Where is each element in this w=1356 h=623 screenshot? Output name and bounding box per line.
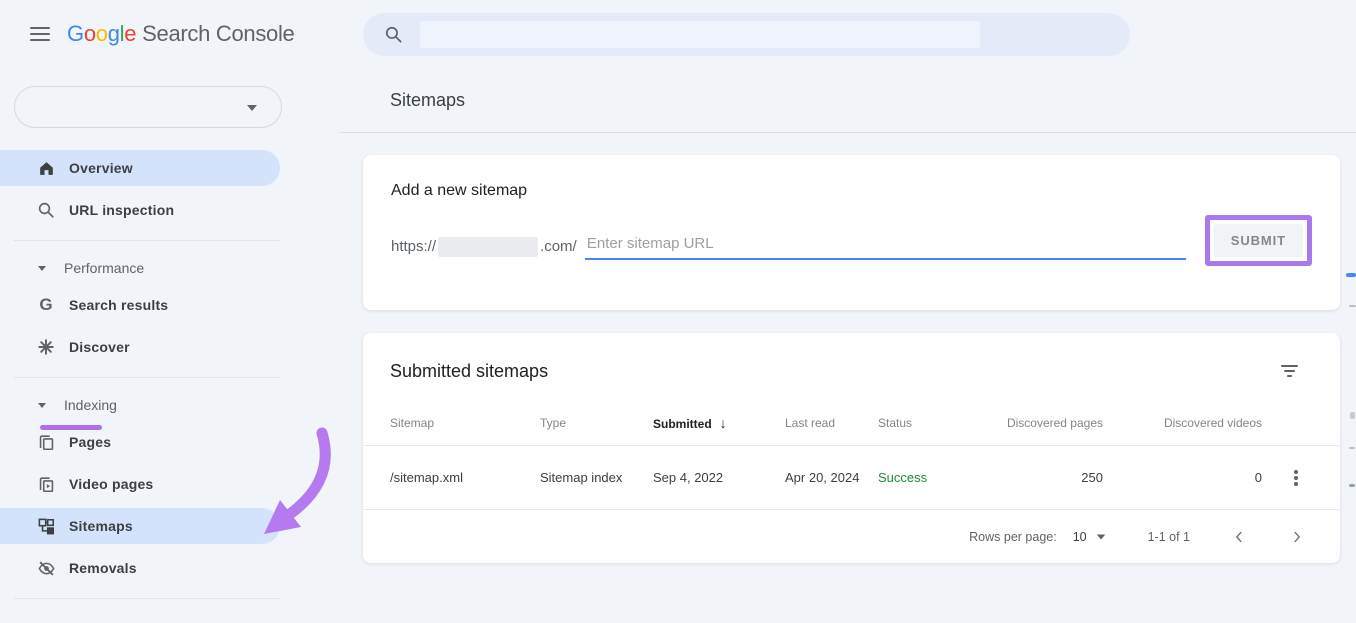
sitemap-url-field-wrap: [585, 233, 1186, 260]
app-title: Search Console: [142, 21, 294, 47]
screen-edge-artifact: [1349, 305, 1356, 307]
asterisk-icon: [36, 337, 56, 357]
magnifier-icon: [36, 200, 56, 220]
property-selector-dropdown[interactable]: [14, 86, 282, 128]
google-logo-letters: Google: [67, 21, 136, 47]
sidebar-item-discover[interactable]: Discover: [0, 329, 280, 365]
add-sitemap-card: Add a new sitemap https:// .com/ SUBMIT: [363, 155, 1340, 310]
screen-edge-artifact: [1349, 484, 1355, 487]
cell-type: Sitemap index: [540, 470, 653, 485]
sidebar-item-search-results[interactable]: G Search results: [0, 287, 280, 323]
url-domain-suffix-label: .com/: [540, 238, 581, 255]
chevron-down-icon: [247, 105, 257, 111]
main-content: Sitemaps Add a new sitemap https:// .com…: [340, 68, 1356, 623]
cell-sitemap: /sitemap.xml: [390, 470, 540, 485]
sidebar-item-video-pages[interactable]: Video pages: [0, 466, 280, 502]
status-badge: Success: [878, 470, 983, 485]
topbar: Google Search Console: [0, 0, 1356, 68]
column-header-status[interactable]: Status: [878, 416, 983, 430]
collapse-caret-icon: [38, 266, 46, 271]
sidebar-nav: Overview URL inspection Performance G Se…: [0, 150, 340, 599]
eye-off-icon: [36, 558, 56, 578]
sidebar-item-overview[interactable]: Overview: [0, 150, 280, 186]
google-g-icon: G: [36, 295, 56, 315]
screen-edge-artifact: [1349, 447, 1355, 449]
add-sitemap-title: Add a new sitemap: [391, 182, 1312, 200]
rows-per-page-label: Rows per page:: [969, 530, 1057, 544]
next-page-icon[interactable]: [1288, 528, 1306, 546]
search-icon: [384, 25, 403, 44]
table-row[interactable]: /sitemap.xml Sitemap index Sep 4, 2022 A…: [363, 446, 1340, 510]
sidebar-divider: [14, 377, 280, 378]
rows-per-page-dropdown[interactable]: 10: [1073, 530, 1106, 544]
page-header: Sitemaps: [340, 68, 1356, 133]
sidebar-divider: [14, 598, 280, 599]
column-header-type[interactable]: Type: [540, 416, 653, 430]
screen-edge-artifact: [1346, 273, 1356, 277]
sidebar-section-indexing[interactable]: Indexing: [0, 390, 340, 420]
sidebar-divider: [14, 240, 280, 241]
domain-redacted: [438, 237, 538, 257]
chevron-down-icon: [1096, 534, 1105, 539]
table-header-row: Sitemap Type Submitted↓ Last read Status…: [363, 400, 1340, 446]
sort-descending-icon: ↓: [720, 415, 727, 431]
annotation-box-submit: SUBMIT: [1205, 215, 1312, 266]
pagination-range: 1-1 of 1: [1148, 530, 1190, 544]
url-scheme-label: https://: [391, 238, 436, 255]
sidebar-item-url-inspection[interactable]: URL inspection: [0, 192, 280, 228]
column-header-discovered-videos[interactable]: Discovered videos: [1103, 416, 1262, 430]
submit-button[interactable]: SUBMIT: [1214, 224, 1303, 257]
column-header-last-read[interactable]: Last read: [785, 416, 878, 430]
submitted-sitemaps-title: Submitted sitemaps: [390, 361, 548, 382]
sitemap-url-input[interactable]: [585, 233, 1186, 258]
annotation-underline-indexing: [40, 425, 102, 430]
search-query-redacted: [420, 21, 980, 48]
cell-submitted: Sep 4, 2022: [653, 470, 785, 485]
sitemap-tree-icon: [36, 516, 56, 536]
filter-icon[interactable]: [1277, 358, 1302, 384]
app-logo: Google Search Console: [67, 21, 295, 47]
previous-page-icon[interactable]: [1230, 528, 1248, 546]
hamburger-menu-icon[interactable]: [30, 23, 50, 45]
sidebar-section-performance[interactable]: Performance: [0, 253, 340, 283]
column-header-submitted[interactable]: Submitted↓: [653, 415, 785, 431]
global-search-bar[interactable]: [363, 13, 1130, 56]
sidebar-item-sitemaps[interactable]: Sitemaps: [0, 508, 280, 544]
row-overflow-menu-icon[interactable]: [1288, 464, 1304, 492]
cell-last-read: Apr 20, 2024: [785, 470, 878, 485]
column-header-sitemap[interactable]: Sitemap: [390, 416, 540, 430]
pages-icon: [36, 432, 56, 452]
cell-discovered-videos: 0: [1103, 470, 1262, 485]
sidebar-item-removals[interactable]: Removals: [0, 550, 280, 586]
screen-edge-artifact: [1350, 412, 1355, 419]
submitted-sitemaps-card: Submitted sitemaps Sitemap Type Submitte…: [363, 333, 1340, 563]
cell-discovered-pages: 250: [983, 470, 1103, 485]
collapse-caret-icon: [38, 403, 46, 408]
video-pages-icon: [36, 474, 56, 494]
page-title: Sitemaps: [390, 90, 465, 111]
column-header-discovered-pages[interactable]: Discovered pages: [983, 416, 1103, 430]
google-search-console-app: Google Search Console Overview: [0, 0, 1356, 623]
sidebar: Overview URL inspection Performance G Se…: [0, 68, 340, 623]
table-pagination: Rows per page: 10 1-1 of 1: [363, 510, 1340, 563]
home-icon: [36, 158, 56, 178]
